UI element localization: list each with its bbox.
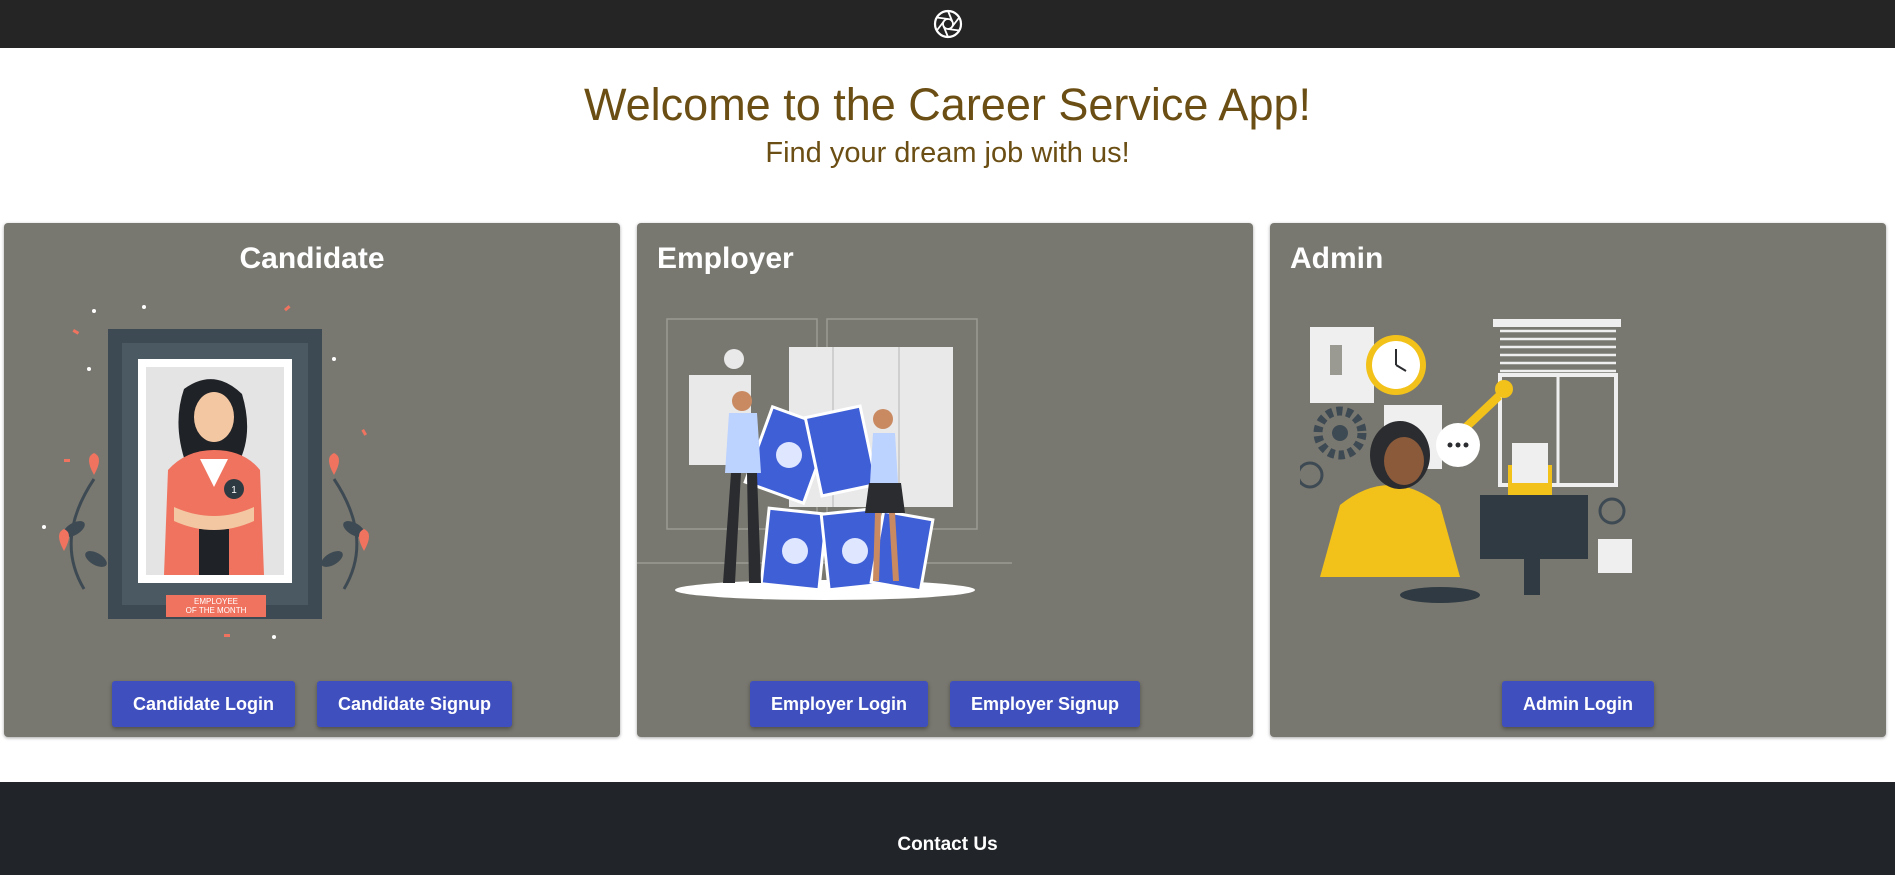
employer-card: Employer Employer Login Employer Signup bbox=[637, 223, 1253, 737]
candidate-card: Candidate 1 EMPLOYEE OF THE MONTH Candid… bbox=[4, 223, 620, 737]
card-title-admin: Admin bbox=[1290, 242, 1384, 275]
employer-signup-button[interactable]: Employer Signup bbox=[949, 681, 1141, 727]
candidate-button-row: Candidate Login Candidate Signup bbox=[4, 681, 620, 727]
house-of-cards-illustration bbox=[637, 318, 1012, 600]
top-navbar bbox=[0, 0, 1895, 48]
footer-contact-title: Contact Us bbox=[897, 834, 998, 855]
svg-text:1: 1 bbox=[231, 485, 237, 496]
card-title-candidate: Candidate bbox=[239, 242, 385, 275]
hero-section: Welcome to the Career Service App! Find … bbox=[0, 48, 1895, 170]
page-title: Welcome to the Career Service App! bbox=[583, 79, 1311, 130]
card-title-employer: Employer bbox=[657, 242, 794, 275]
admin-support-illustration bbox=[1300, 319, 1632, 603]
admin-card: Admin Admin Login bbox=[1270, 223, 1886, 737]
footer: Contact Us bbox=[0, 782, 1895, 875]
aperture-icon[interactable] bbox=[933, 9, 963, 39]
candidate-login-button[interactable]: Candidate Login bbox=[112, 681, 295, 727]
admin-button-row: Admin Login bbox=[1270, 681, 1886, 727]
candidate-signup-button[interactable]: Candidate Signup bbox=[317, 681, 512, 727]
page-subtitle: Find your dream job with us! bbox=[765, 137, 1130, 169]
employer-button-row: Employer Login Employer Signup bbox=[637, 681, 1253, 727]
badge-text-line1: EMPLOYEE bbox=[194, 597, 238, 606]
badge-text-line2: OF THE MONTH bbox=[186, 606, 247, 615]
employer-login-button[interactable]: Employer Login bbox=[749, 681, 928, 727]
employee-of-the-month-illustration: 1 EMPLOYEE OF THE MONTH bbox=[42, 305, 369, 639]
admin-login-button[interactable]: Admin Login bbox=[1502, 681, 1654, 727]
